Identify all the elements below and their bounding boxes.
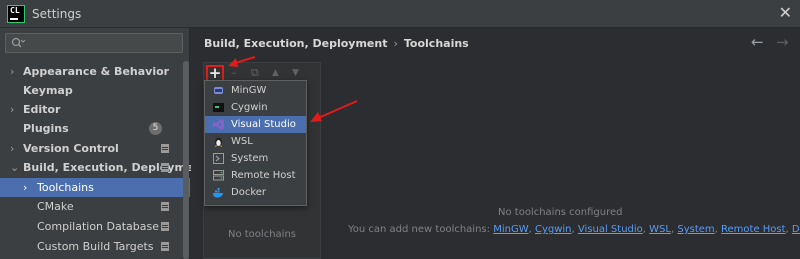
empty-state-hint: You can add new toolchains: MinGW, Cygwi…	[348, 224, 800, 235]
sidebar-item-label: Keymap	[23, 84, 73, 97]
link-wsl[interactable]: WSL	[649, 224, 671, 235]
sidebar-item-label: Compilation Database	[37, 220, 160, 233]
project-settings-icon	[161, 144, 169, 153]
popup-item-wsl[interactable]: WSL	[205, 133, 306, 150]
empty-state-title: No toolchains configured	[498, 207, 623, 218]
sidebar-item-label: Version Control	[23, 142, 119, 155]
clion-logo-icon: CL	[7, 5, 25, 23]
sidebar-item-version-control[interactable]: › Version Control	[0, 139, 182, 158]
visual-studio-icon	[213, 119, 224, 130]
project-settings-icon	[161, 163, 169, 172]
back-arrow-icon[interactable]: ←	[751, 33, 764, 51]
wsl-icon	[215, 137, 222, 147]
project-settings-icon	[161, 242, 169, 251]
project-settings-icon	[161, 222, 169, 231]
sidebar-item-label: Appearance & Behavior	[23, 65, 170, 78]
move-up-icon: ▲	[272, 68, 279, 78]
link-system[interactable]: System	[677, 224, 714, 235]
title-bar: CL Settings ✕	[0, 0, 800, 28]
link-cygwin[interactable]: Cygwin	[535, 224, 572, 235]
popup-item-cygwin[interactable]: Cygwin	[205, 99, 306, 116]
breadcrumb: Build, Execution, Deployment › Toolchains	[204, 37, 469, 50]
sidebar-item-label: Custom Build Targets	[37, 240, 154, 253]
search-icon	[11, 37, 25, 48]
sidebar-scrollbar[interactable]	[183, 61, 189, 259]
search-field[interactable]	[5, 33, 183, 53]
popup-item-system[interactable]: System	[205, 150, 306, 167]
link-docker[interactable]: Docker	[792, 224, 800, 235]
sidebar-item-cmake[interactable]: CMake	[0, 197, 182, 216]
remove-icon: –	[231, 66, 237, 79]
sidebar-item-label: Build, Execution, Deployment	[23, 161, 207, 174]
breadcrumb-parent[interactable]: Build, Execution, Deployment	[204, 37, 387, 50]
sidebar-item-keymap[interactable]: Keymap	[0, 81, 182, 100]
chevron-right-icon: ›	[23, 181, 28, 194]
sidebar-item-toolchains[interactable]: › Toolchains	[0, 178, 190, 197]
chevron-down-icon: ⌄	[10, 161, 20, 174]
chevron-right-icon: ›	[10, 103, 15, 116]
sidebar-item-editor[interactable]: › Editor	[0, 100, 182, 119]
search-input[interactable]	[32, 36, 180, 50]
popup-item-docker[interactable]: Docker	[205, 184, 306, 201]
sidebar-item-compilation-database[interactable]: Compilation Database	[0, 217, 182, 236]
sidebar-item-label: Plugins	[23, 122, 69, 135]
breadcrumb-separator: ›	[393, 37, 398, 50]
window-title: Settings	[32, 7, 82, 21]
link-mingw[interactable]: MinGW	[493, 224, 528, 235]
empty-list-label: No toolchains	[227, 229, 296, 240]
chevron-right-icon: ›	[10, 142, 15, 155]
sidebar-item-appearance-behavior[interactable]: › Appearance & Behavior	[0, 62, 182, 81]
cygwin-icon	[213, 103, 224, 112]
move-down-icon: ▼	[292, 68, 299, 78]
popup-item-remote-host[interactable]: Remote Host	[205, 167, 306, 184]
sidebar-item-plugins[interactable]: Plugins 5	[0, 119, 182, 138]
popup-item-mingw[interactable]: MinGW	[205, 82, 306, 99]
plugins-count-badge: 5	[149, 122, 162, 135]
sidebar-item-label: CMake	[37, 200, 74, 213]
link-remote-host[interactable]: Remote Host	[721, 224, 786, 235]
add-toolchain-popup: MinGW Cygwin Visual Studio WSL System Re…	[204, 80, 307, 206]
popup-item-visual-studio[interactable]: Visual Studio	[205, 116, 306, 133]
sidebar-item-label: Toolchains	[37, 181, 94, 194]
system-icon	[213, 153, 224, 164]
sidebar-item-custom-build-targets[interactable]: Custom Build Targets	[0, 237, 182, 256]
forward-arrow-icon: →	[776, 33, 789, 51]
close-icon[interactable]: ✕	[779, 3, 792, 22]
project-settings-icon	[161, 202, 169, 211]
sidebar-item-build-execution-deployment[interactable]: ⌄ Build, Execution, Deployment	[0, 158, 206, 177]
empty-state-prefix: You can add new toolchains:	[348, 224, 491, 235]
sidebar-item-label: Editor	[23, 103, 61, 116]
mingw-icon	[214, 87, 223, 94]
chevron-right-icon: ›	[10, 65, 15, 78]
docker-icon	[213, 188, 223, 198]
breadcrumb-current: Toolchains	[403, 37, 469, 50]
settings-sidebar: › Appearance & Behavior Keymap › Editor …	[0, 28, 206, 259]
remote-host-icon	[213, 170, 224, 181]
copy-icon: ⧉	[251, 66, 259, 79]
link-visual-studio[interactable]: Visual Studio	[578, 224, 643, 235]
